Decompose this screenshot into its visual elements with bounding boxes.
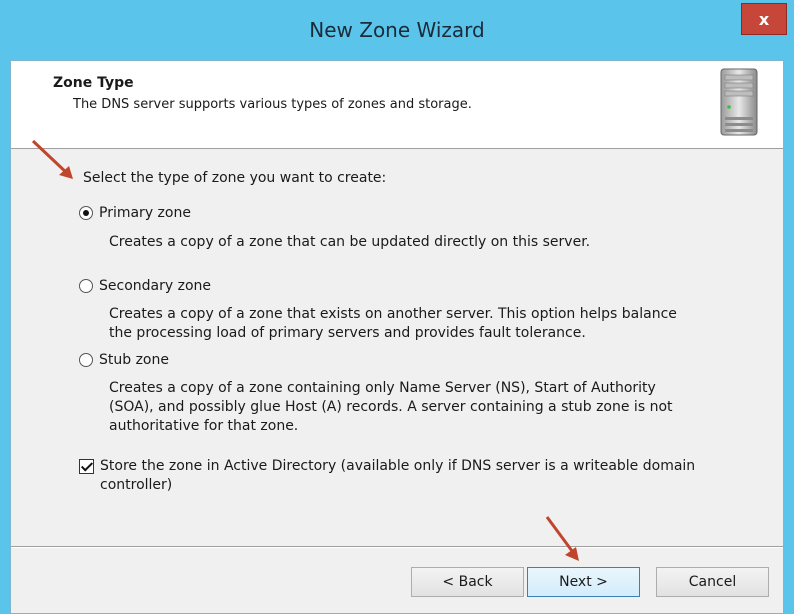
annotation-arrow [31,139,73,179]
secondary-zone-description-line: Creates a copy of a zone that exists on … [109,306,677,322]
primary-zone-radio[interactable] [79,206,93,220]
primary-zone-description: Creates a copy of a zone that can be upd… [109,234,591,250]
stub-zone-description-line: Creates a copy of a zone containing only… [109,380,656,396]
back-button[interactable]: < Back [411,567,524,597]
secondary-zone-description-line: the processing load of primary servers a… [109,325,586,341]
stub-zone-description-line: (SOA), and possibly glue Host (A) record… [109,399,673,415]
close-button[interactable]: x [741,3,787,35]
page-title: Zone Type [53,75,134,91]
wizard-dialog: Zone Type The DNS server supports variou… [10,60,784,614]
zone-type-prompt: Select the type of zone you want to crea… [83,170,387,186]
store-in-ad-label-line: controller) [100,477,173,493]
store-in-ad-checkbox[interactable] [79,459,94,474]
footer-separator [11,546,783,548]
secondary-zone-radio[interactable] [79,279,93,293]
server-icon [720,68,758,136]
primary-zone-label: Primary zone [99,205,191,221]
secondary-zone-option[interactable]: Secondary zone [79,278,211,294]
secondary-zone-label: Secondary zone [99,278,211,294]
cancel-button[interactable]: Cancel [656,567,769,597]
stub-zone-label: Stub zone [99,352,169,368]
wizard-header: Zone Type The DNS server supports variou… [11,61,783,149]
store-in-ad-label: Store the zone in Active Directory (avai… [100,457,695,495]
stub-zone-radio[interactable] [79,353,93,367]
next-button[interactable]: Next > [527,567,640,597]
store-in-ad-option[interactable]: Store the zone in Active Directory (avai… [79,457,695,495]
stub-zone-description: Creates a copy of a zone containing only… [109,379,749,436]
window-title: New Zone Wizard [309,18,485,42]
annotation-arrow [545,516,579,561]
secondary-zone-description: Creates a copy of a zone that exists on … [109,305,749,343]
store-in-ad-label-line: Store the zone in Active Directory (avai… [100,458,696,474]
wizard-content: Select the type of zone you want to crea… [11,139,783,515]
stub-zone-option[interactable]: Stub zone [79,352,169,368]
page-description: The DNS server supports various types of… [73,97,472,112]
title-bar: New Zone Wizard x [0,0,794,60]
primary-zone-option[interactable]: Primary zone [79,205,191,221]
stub-zone-description-line: authoritative for that zone. [109,418,299,434]
